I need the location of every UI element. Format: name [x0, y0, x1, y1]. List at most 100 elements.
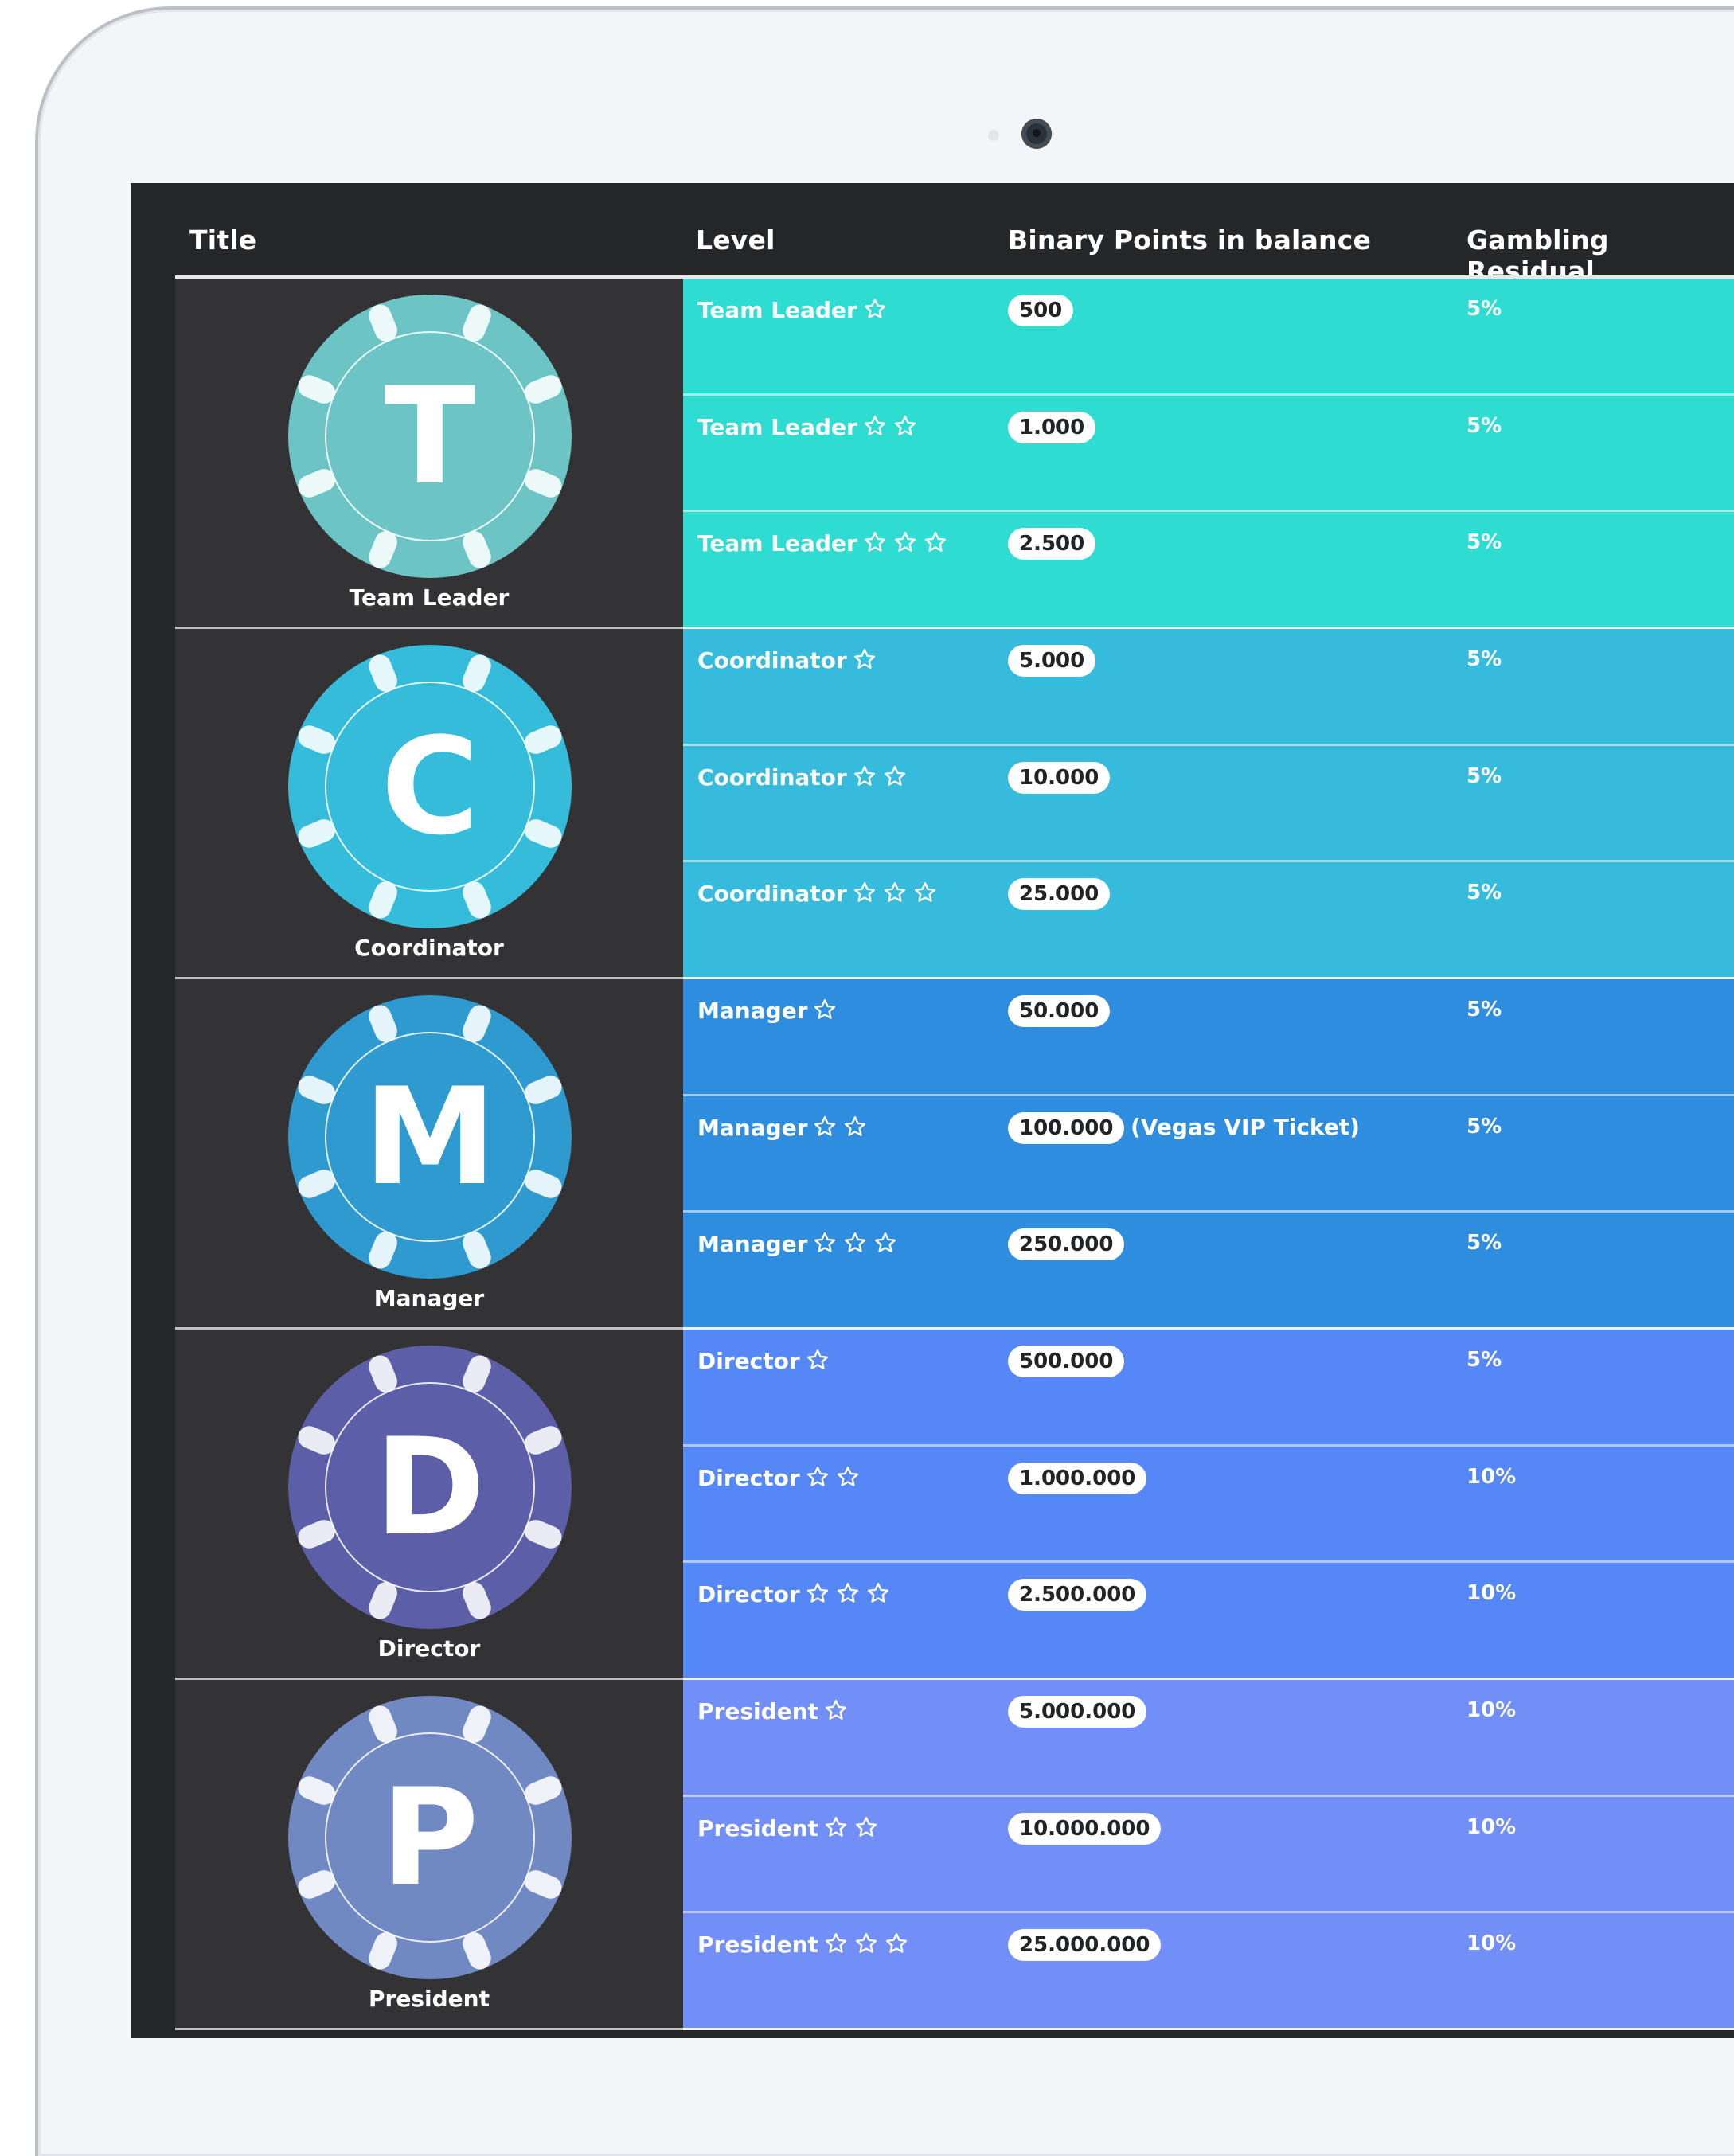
level-cell: Coordinator	[697, 764, 908, 791]
rank-group-manager: M Manager Manager 50.000 5% Manager 100.000 (Ve…	[175, 979, 1734, 1330]
chip-letter: M	[363, 1059, 497, 1215]
points-badge: 500.000	[1008, 1346, 1125, 1377]
title-cell: P President	[175, 1680, 683, 2030]
table-row[interactable]: Team Leader 1.000 5%	[683, 396, 1734, 513]
points-badge: 2.500.000	[1008, 1579, 1147, 1611]
poker-chip-icon: P	[287, 1694, 573, 1981]
level-name: Team Leader	[697, 297, 857, 323]
table-row[interactable]: Director 2.500.000 10%	[683, 1563, 1734, 1680]
level-cell: Team Leader	[697, 530, 948, 557]
level-cell: Director	[697, 1581, 891, 1607]
level-cell: Director	[697, 1348, 830, 1374]
residual-percent: 10%	[1466, 1464, 1517, 1489]
points-badge: 5.000	[1008, 645, 1096, 677]
ranking-table-screen: Title Level Binary Points in balance Gam…	[131, 183, 1734, 2038]
table-row[interactable]: Coordinator 25.000 5%	[683, 862, 1734, 979]
residual-percent: 5%	[1466, 1231, 1502, 1256]
points-badge: 500	[1008, 295, 1074, 326]
rank-title-label: Team Leader	[349, 584, 510, 611]
residual-percent: 10%	[1466, 1581, 1517, 1606]
points-badge: 25.000	[1008, 878, 1111, 911]
level-name: Team Leader	[697, 530, 857, 557]
level-cell: Team Leader	[697, 414, 918, 440]
star-outline-icon	[884, 1931, 909, 1955]
residual-percent: 5%	[1466, 764, 1502, 788]
level-name: Manager	[697, 1114, 808, 1141]
header-title: Title	[189, 225, 257, 256]
poker-chip-icon: D	[287, 1344, 573, 1631]
points-badge: 1.000.000	[1008, 1462, 1147, 1494]
level-rows: President 5.000.000 10% President 10.000.000…	[683, 1680, 1734, 2030]
level-name: Manager	[697, 1231, 808, 1258]
star-outline-icon	[852, 647, 877, 671]
level-name: President	[697, 1931, 818, 1959]
level-cell: President	[697, 1815, 879, 1842]
table-row[interactable]: Coordinator 10.000 5%	[683, 746, 1734, 863]
points-badge: 1.000	[1008, 411, 1096, 443]
level-cell: Manager	[697, 1115, 868, 1141]
residual-percent: 10%	[1466, 1698, 1517, 1722]
table-row[interactable]: Manager 100.000 (Vegas VIP Ticket) 5%	[683, 1096, 1734, 1213]
chip-letter: D	[374, 1409, 486, 1565]
level-name: Coordinator	[697, 881, 847, 908]
table-row[interactable]: Director 500.000 5%	[683, 1330, 1734, 1447]
star-outline-icon	[882, 764, 908, 788]
star-outline-icon	[923, 530, 948, 554]
table-row[interactable]: Director 1.000.000 10%	[683, 1447, 1734, 1564]
chip-letter: C	[381, 709, 479, 865]
level-name: Director	[697, 1348, 800, 1374]
level-name: President	[697, 1814, 818, 1842]
star-outline-icon	[873, 1231, 898, 1255]
title-cell: C Coordinator	[175, 629, 683, 979]
level-cell: President	[697, 1698, 849, 1724]
star-outline-icon	[823, 1815, 849, 1839]
star-outline-icon	[812, 1115, 838, 1139]
star-outline-icon	[852, 764, 877, 788]
table-row[interactable]: President 25.000.000 10%	[683, 1913, 1734, 2030]
points-badge: 250.000	[1008, 1228, 1125, 1261]
level-name: Manager	[697, 998, 808, 1024]
poker-chip-icon: T	[287, 293, 573, 580]
residual-percent: 5%	[1466, 881, 1502, 905]
table-row[interactable]: Team Leader 500 5%	[683, 279, 1734, 396]
points-badge: 10.000	[1008, 761, 1111, 794]
table-row[interactable]: President 10.000.000 10%	[683, 1797, 1734, 1914]
star-outline-icon	[842, 1115, 868, 1139]
level-rows: Director 500.000 5% Director 1.000.000 10% Dir…	[683, 1330, 1734, 1680]
level-name: Coordinator	[697, 764, 847, 791]
table-row[interactable]: Manager 250.000 5%	[683, 1213, 1734, 1330]
chip-letter: T	[384, 358, 476, 514]
star-outline-icon	[812, 1231, 838, 1255]
header-level: Level	[696, 225, 775, 256]
poker-chip-icon: M	[287, 994, 573, 1280]
level-rows: Coordinator 5.000 5% Coordinator 10.000 5% Coo…	[683, 629, 1734, 979]
residual-percent: 5%	[1466, 1348, 1502, 1372]
level-rows: Manager 50.000 5% Manager 100.000 (Vegas VIP …	[683, 979, 1734, 1330]
residual-percent: 10%	[1466, 1814, 1517, 1839]
rank-group-director: D Director Director 500.000 5% Director 1.000.…	[175, 1330, 1734, 1680]
rank-group-coordinator: C Coordinator Coordinator 5.000 5% Coordinato…	[175, 629, 1734, 979]
points-badge: 25.000.000	[1008, 1929, 1162, 1962]
chip-letter: P	[381, 1760, 479, 1916]
title-cell: D Director	[175, 1330, 683, 1680]
residual-percent: 5%	[1466, 647, 1502, 671]
points-badge: 5.000.000	[1008, 1696, 1147, 1728]
table-row[interactable]: Manager 50.000 5%	[683, 979, 1734, 1096]
table-row[interactable]: Coordinator 5.000 5%	[683, 629, 1734, 746]
points-badge: 50.000	[1008, 995, 1111, 1027]
star-outline-icon	[862, 530, 888, 554]
table-header: Title Level Binary Points in balance Gam…	[131, 183, 1734, 287]
star-outline-icon	[852, 881, 877, 904]
table-row[interactable]: Team Leader 2.500 5%	[683, 512, 1734, 629]
level-name: Team Leader	[697, 413, 857, 440]
level-cell: President	[697, 1931, 909, 1958]
level-name: Coordinator	[697, 647, 847, 674]
level-cell: Coordinator	[697, 647, 877, 674]
rank-title-label: President	[369, 1986, 490, 2012]
residual-percent: 5%	[1466, 413, 1502, 438]
level-cell: Manager	[697, 998, 838, 1024]
title-cell: T Team Leader	[175, 279, 683, 629]
star-outline-icon	[912, 881, 938, 904]
table-row[interactable]: President 5.000.000 10%	[683, 1680, 1734, 1797]
header-binary-points: Binary Points in balance	[1008, 225, 1372, 256]
